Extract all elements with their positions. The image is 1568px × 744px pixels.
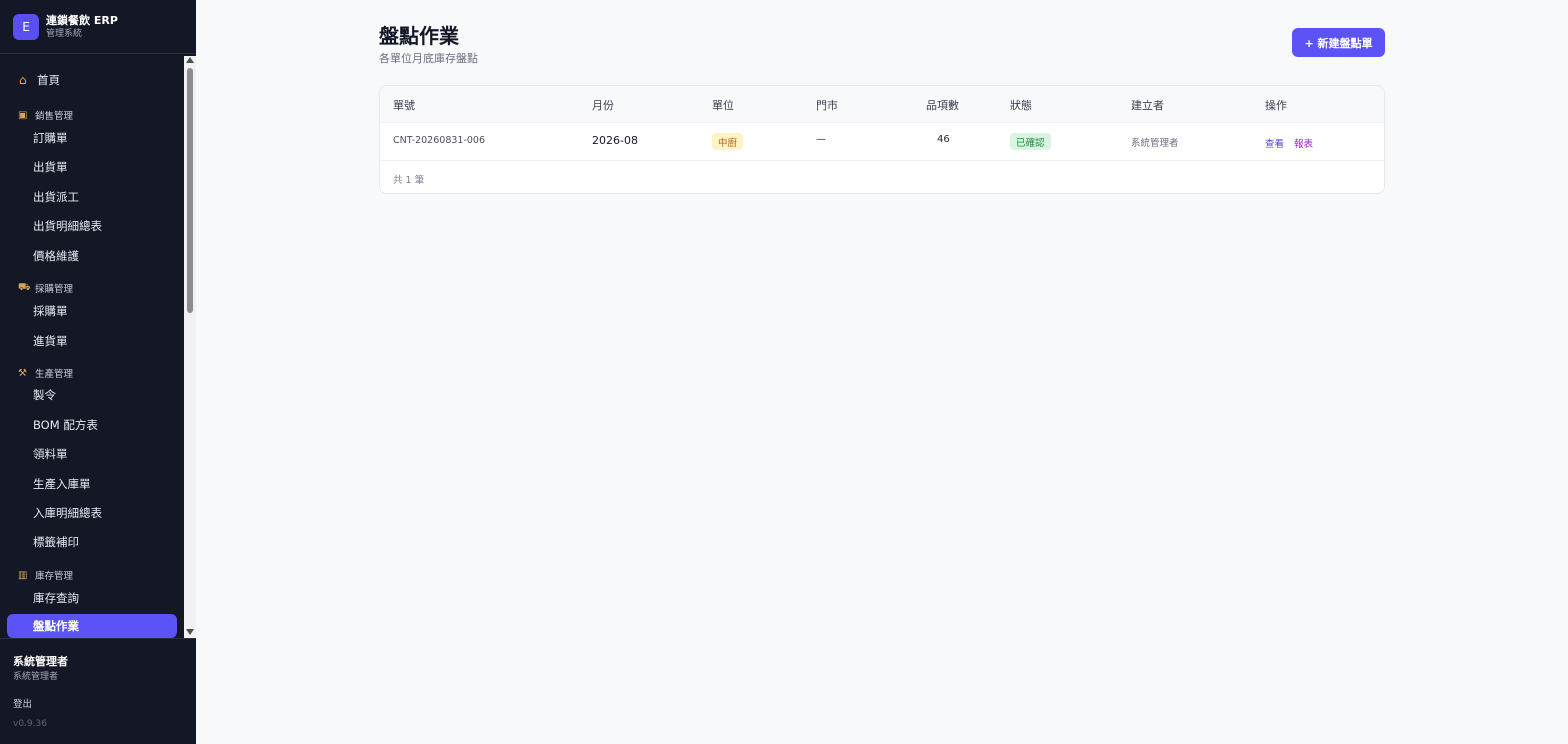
section-production: ⚒ 生產管理 bbox=[18, 366, 74, 381]
column-header-month: 月份 bbox=[592, 99, 614, 112]
sidebar-item-material-issue[interactable]: 領料單 bbox=[7, 442, 177, 466]
version-label: v0.9.36 bbox=[13, 719, 47, 729]
sidebar-item-label: 進貨單 bbox=[33, 334, 68, 348]
record-count: 共 1 筆 bbox=[393, 175, 425, 186]
column-header-actions: 操作 bbox=[1265, 99, 1287, 112]
user-name: 系統管理者 bbox=[13, 655, 68, 668]
section-label: 採購管理 bbox=[35, 284, 74, 295]
scroll-down-arrow-icon[interactable] bbox=[186, 629, 194, 635]
sidebar-item-receipt-detail[interactable]: 入庫明細總表 bbox=[7, 501, 177, 525]
sidebar-item-stocktake[interactable]: 盤點作業 bbox=[7, 614, 177, 638]
sidebar-item-label: 製令 bbox=[33, 388, 56, 402]
box-icon: ▣ bbox=[18, 109, 28, 121]
brand-header: E 連鎖餐飲 ERP 管理系統 bbox=[0, 0, 196, 54]
column-header-store: 門市 bbox=[816, 99, 838, 112]
sidebar-item-label: 採購單 bbox=[33, 304, 68, 318]
cell-item-count: 46 bbox=[937, 134, 950, 145]
sidebar-item-label: 價格維護 bbox=[33, 249, 79, 263]
column-header-unit: 單位 bbox=[712, 99, 734, 112]
sidebar-item-label: 入庫明細總表 bbox=[33, 506, 102, 520]
sidebar-item-purchase-order[interactable]: 採購單 bbox=[7, 299, 177, 323]
sidebar-item-label: 庫存查詢 bbox=[33, 591, 79, 605]
view-link[interactable]: 查看 bbox=[1265, 136, 1284, 150]
sidebar-item-order[interactable]: 訂購單 bbox=[7, 126, 177, 150]
column-header-creator: 建立者 bbox=[1131, 99, 1164, 112]
page-title: 盤點作業 bbox=[379, 24, 459, 48]
sidebar: E 連鎖餐飲 ERP 管理系統 ⌂ 首頁 ▣ 銷售管理 訂購單 出貨單 出貨派工… bbox=[0, 0, 196, 744]
sidebar-item-inventory-query[interactable]: 庫存查詢 bbox=[7, 586, 177, 610]
sidebar-item-home[interactable]: ⌂ 首頁 bbox=[7, 68, 177, 92]
factory-icon: ⚒ bbox=[18, 367, 27, 379]
status-badge: 已確認 bbox=[1010, 133, 1051, 150]
stocktake-table: 單號 月份 單位 門市 品項數 狀態 建立者 操作 CNT-20260831-0… bbox=[379, 85, 1385, 194]
brand-text: 連鎖餐飲 ERP 管理系統 bbox=[46, 14, 118, 40]
app-subtitle: 管理系統 bbox=[46, 28, 83, 39]
section-sales: ▣ 銷售管理 bbox=[18, 108, 74, 123]
sidebar-item-label: BOM 配方表 bbox=[33, 418, 98, 432]
sidebar-item-label: 標籤補印 bbox=[33, 535, 79, 549]
scroll-up-arrow-icon[interactable] bbox=[186, 57, 194, 63]
page-subtitle: 各單位月底庫存盤點 bbox=[379, 52, 478, 65]
section-inventory: ▥ 庫存管理 bbox=[18, 568, 74, 583]
user-block: 系統管理者 系統管理者 登出 v0.9.36 bbox=[0, 638, 196, 744]
sidebar-item-receiving[interactable]: 進貨單 bbox=[7, 329, 177, 353]
user-role: 系統管理者 bbox=[13, 672, 59, 682]
column-header-item-count: 品項數 bbox=[926, 99, 959, 112]
sidebar-item-shipment-detail[interactable]: 出貨明細總表 bbox=[7, 214, 177, 238]
sidebar-item-bom[interactable]: BOM 配方表 bbox=[7, 413, 177, 437]
sidebar-item-label: 首頁 bbox=[37, 73, 60, 87]
table-header: 單號 月份 單位 門市 品項數 狀態 建立者 操作 bbox=[380, 86, 1384, 123]
sidebar-item-label-reprint[interactable]: 標籤補印 bbox=[7, 530, 177, 554]
section-label: 銷售管理 bbox=[35, 111, 74, 122]
app-title: 連鎖餐飲 ERP bbox=[46, 13, 118, 27]
sidebar-item-label: 領料單 bbox=[33, 447, 68, 461]
table-row[interactable]: CNT-20260831-006 2026-08 中廚 — 46 已確認 系統管… bbox=[380, 123, 1384, 161]
sidebar-item-work-order[interactable]: 製令 bbox=[7, 383, 177, 407]
new-stocktake-button[interactable]: + 新建盤點單 bbox=[1292, 28, 1385, 57]
report-link[interactable]: 報表 bbox=[1294, 136, 1313, 150]
column-header-status: 狀態 bbox=[1010, 99, 1032, 112]
cell-store: — bbox=[816, 134, 826, 145]
section-label: 生產管理 bbox=[35, 369, 74, 380]
section-label: 庫存管理 bbox=[35, 571, 74, 582]
sidebar-item-label: 盤點作業 bbox=[33, 619, 79, 633]
warehouse-icon: ▥ bbox=[18, 569, 28, 581]
sidebar-item-shipment[interactable]: 出貨單 bbox=[7, 155, 177, 179]
home-icon: ⌂ bbox=[19, 73, 27, 87]
unit-badge: 中廚 bbox=[712, 133, 744, 150]
section-purchase: ⛟ 採購管理 bbox=[18, 281, 74, 296]
sidebar-item-label: 生產入庫單 bbox=[33, 477, 91, 491]
cell-code: CNT-20260831-006 bbox=[393, 135, 486, 146]
scroll-thumb[interactable] bbox=[187, 68, 193, 313]
cell-month: 2026-08 bbox=[592, 134, 638, 147]
logout-link[interactable]: 登出 bbox=[13, 696, 32, 710]
sidebar-scrollbar[interactable] bbox=[184, 56, 196, 638]
brand-logo: E bbox=[13, 13, 39, 40]
sidebar-item-production-receipt[interactable]: 生產入庫單 bbox=[7, 472, 177, 496]
sidebar-item-label: 出貨單 bbox=[33, 160, 68, 174]
column-header-code: 單號 bbox=[393, 99, 415, 112]
sidebar-item-label: 訂購單 bbox=[33, 131, 68, 145]
cart-icon: ⛟ bbox=[18, 281, 31, 293]
sidebar-item-dispatch[interactable]: 出貨派工 bbox=[7, 185, 177, 209]
sidebar-item-label: 出貨派工 bbox=[33, 190, 79, 204]
sidebar-nav: ⌂ 首頁 ▣ 銷售管理 訂購單 出貨單 出貨派工 出貨明細總表 價格維護 ⛟ 採… bbox=[0, 56, 184, 638]
sidebar-item-label: 出貨明細總表 bbox=[33, 219, 102, 233]
cell-creator: 系統管理者 bbox=[1131, 138, 1179, 149]
sidebar-item-pricing[interactable]: 價格維護 bbox=[7, 244, 177, 268]
